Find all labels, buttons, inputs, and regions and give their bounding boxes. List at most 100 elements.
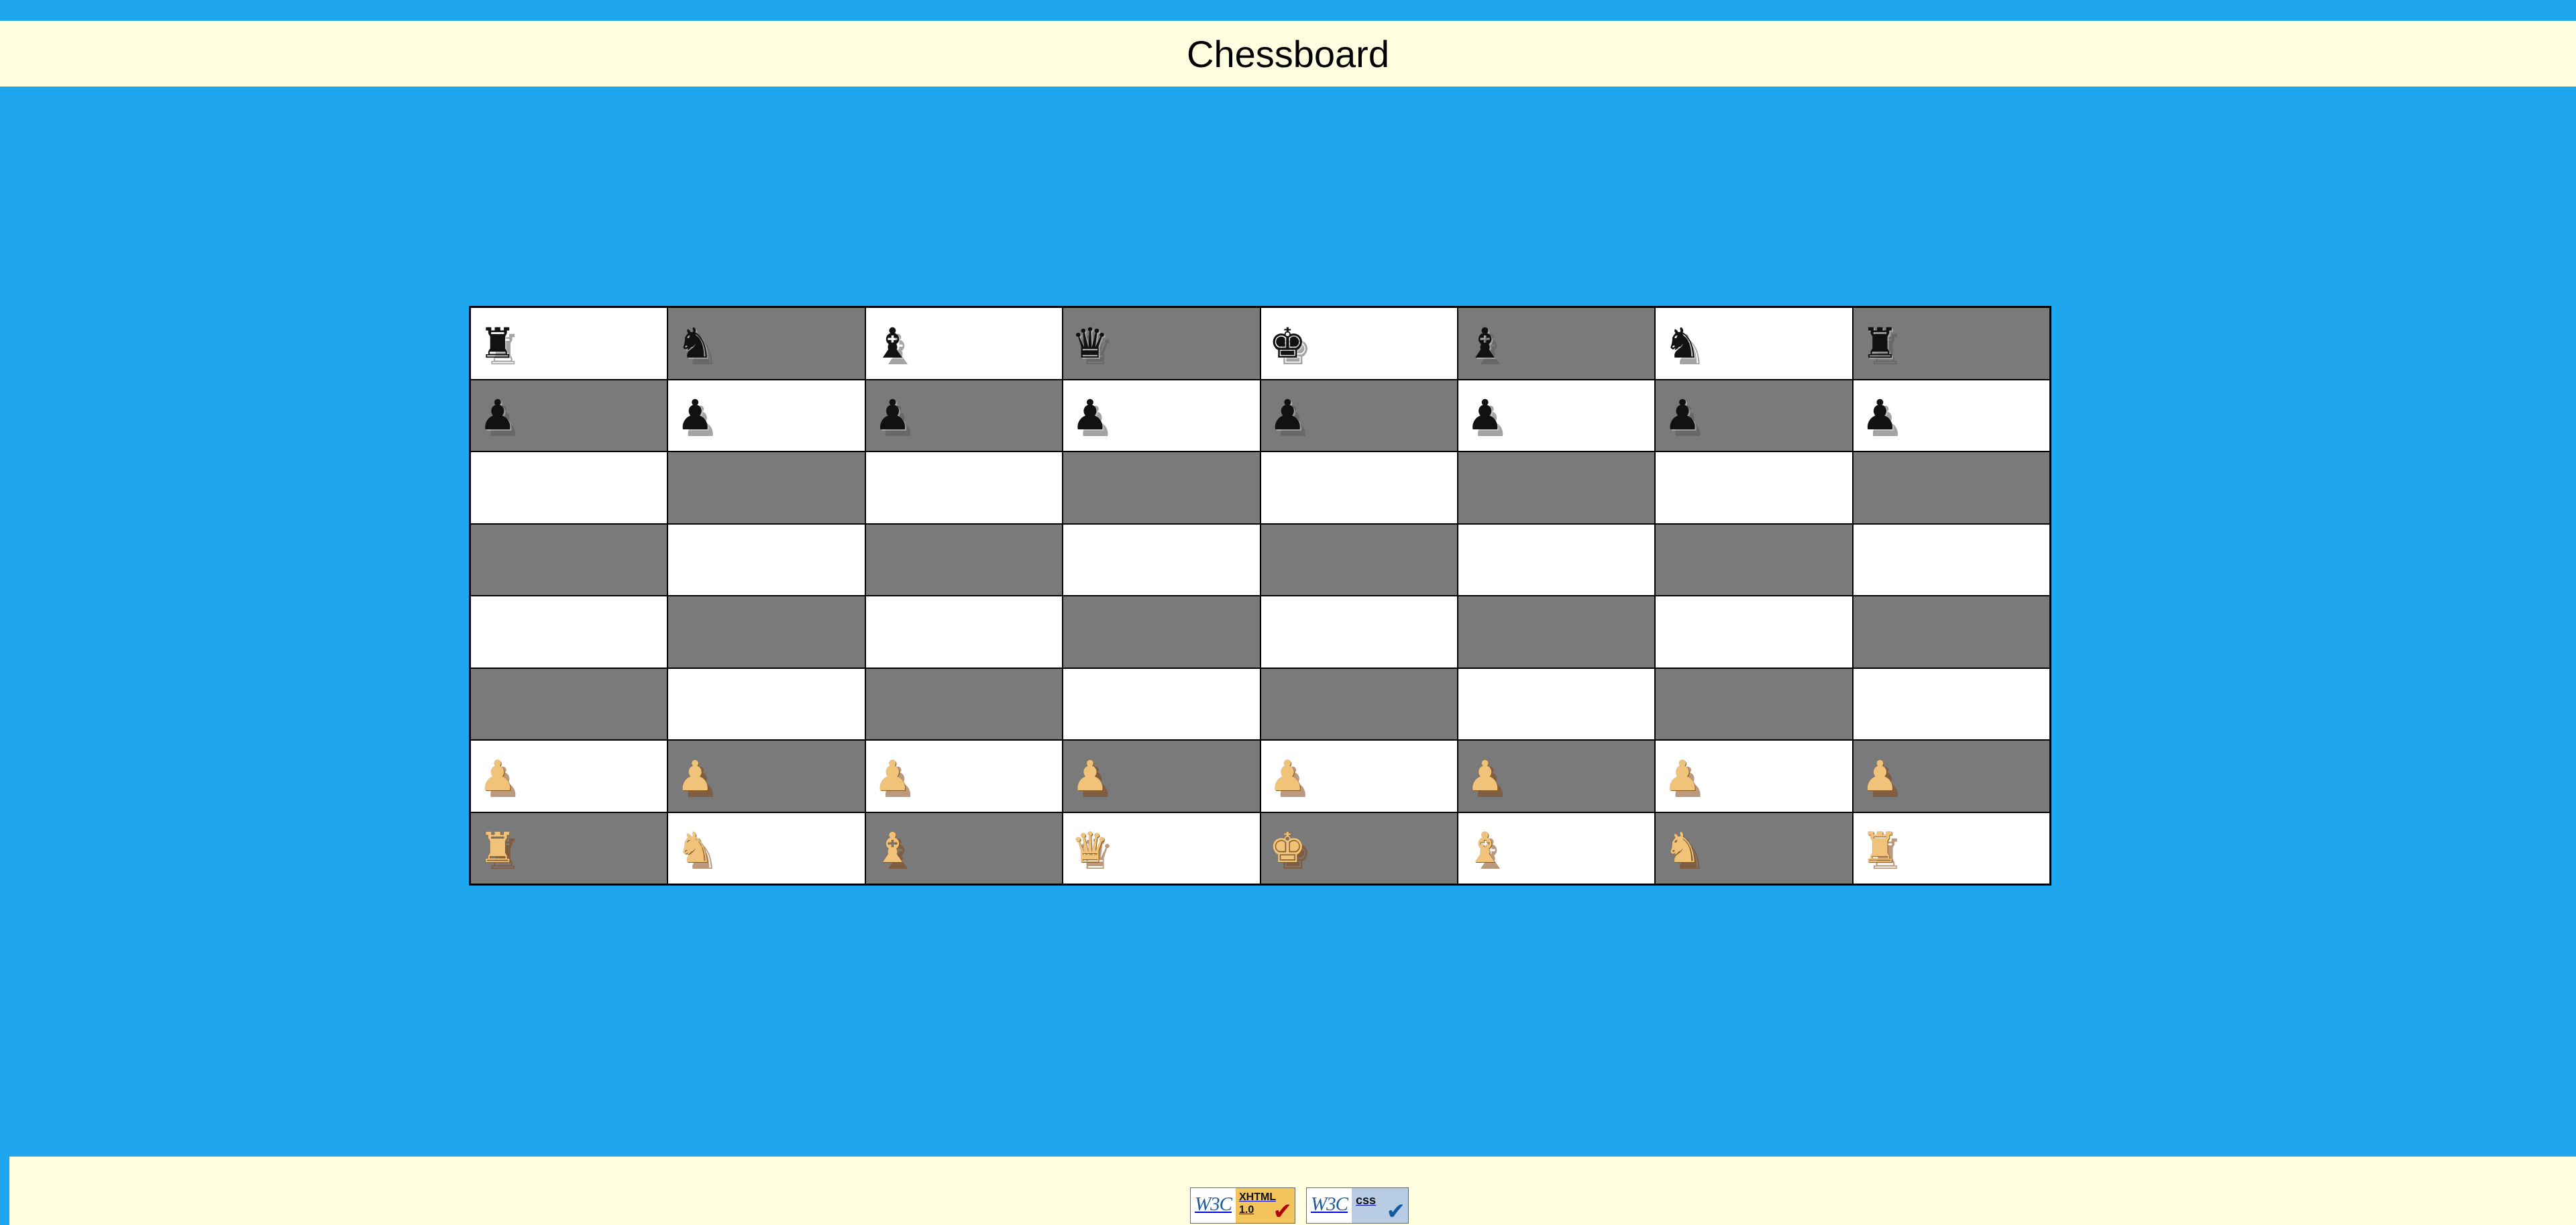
square-e7[interactable]: ♟ <box>1260 379 1458 451</box>
square-h3[interactable] <box>1852 668 2050 740</box>
square-c5[interactable] <box>865 523 1063 596</box>
square-b2[interactable]: ♟ <box>667 740 865 812</box>
square-e6[interactable] <box>1260 451 1458 524</box>
css-text: css <box>1356 1193 1377 1207</box>
square-f7[interactable]: ♟ <box>1457 379 1656 451</box>
black-rook-icon[interactable]: ♜ <box>1862 322 1899 364</box>
square-d5[interactable] <box>1063 523 1260 596</box>
square-c7[interactable]: ♟ <box>865 379 1063 451</box>
square-f2[interactable]: ♟ <box>1457 740 1656 812</box>
square-c4[interactable] <box>865 596 1063 668</box>
square-g2[interactable]: ♟ <box>1655 740 1853 812</box>
w3c-xhtml-badge[interactable]: W3C XHTML 1.0 ✔ <box>1190 1187 1295 1224</box>
square-h6[interactable] <box>1852 451 2050 524</box>
black-rook-icon[interactable]: ♜ <box>479 322 517 364</box>
square-a7[interactable]: ♟ <box>470 379 668 451</box>
white-bishop-icon[interactable]: ♝ <box>874 827 912 869</box>
square-c1[interactable]: ♝ <box>865 812 1063 884</box>
black-pawn-icon[interactable]: ♟ <box>1664 394 1701 436</box>
square-g4[interactable] <box>1655 596 1853 668</box>
white-pawn-icon[interactable]: ♟ <box>1664 755 1701 797</box>
square-d1[interactable]: ♛ <box>1063 812 1260 884</box>
square-f8[interactable]: ♝ <box>1457 307 1656 380</box>
square-e5[interactable] <box>1260 523 1458 596</box>
square-e8[interactable]: ♚ <box>1260 307 1458 380</box>
square-g7[interactable]: ♟ <box>1655 379 1853 451</box>
white-pawn-icon[interactable]: ♟ <box>1269 755 1307 797</box>
page-title: Chessboard <box>1187 32 1389 75</box>
square-d4[interactable] <box>1063 596 1260 668</box>
square-b5[interactable] <box>667 523 865 596</box>
square-d7[interactable]: ♟ <box>1063 379 1260 451</box>
square-g1[interactable]: ♞ <box>1655 812 1853 884</box>
square-e1[interactable]: ♚ <box>1260 812 1458 884</box>
black-pawn-icon[interactable]: ♟ <box>1269 394 1307 436</box>
square-h1[interactable]: ♜ <box>1852 812 2050 884</box>
square-a6[interactable] <box>470 451 668 524</box>
black-pawn-icon[interactable]: ♟ <box>479 394 517 436</box>
square-g5[interactable] <box>1655 523 1853 596</box>
square-b8[interactable]: ♞ <box>667 307 865 380</box>
square-d8[interactable]: ♛ <box>1063 307 1260 380</box>
black-queen-icon[interactable]: ♛ <box>1071 322 1109 364</box>
square-b4[interactable] <box>667 596 865 668</box>
white-pawn-icon[interactable]: ♟ <box>1071 755 1109 797</box>
square-e4[interactable] <box>1260 596 1458 668</box>
square-h4[interactable] <box>1852 596 2050 668</box>
white-pawn-icon[interactable]: ♟ <box>1466 755 1504 797</box>
square-c6[interactable] <box>865 451 1063 524</box>
square-h5[interactable] <box>1852 523 2050 596</box>
square-b6[interactable] <box>667 451 865 524</box>
square-f3[interactable] <box>1457 668 1656 740</box>
white-king-icon[interactable]: ♚ <box>1269 827 1307 869</box>
white-pawn-icon[interactable]: ♟ <box>479 755 517 797</box>
square-b1[interactable]: ♞ <box>667 812 865 884</box>
square-g8[interactable]: ♞ <box>1655 307 1853 380</box>
square-a8[interactable]: ♜ <box>470 307 668 380</box>
square-g6[interactable] <box>1655 451 1853 524</box>
square-a2[interactable]: ♟ <box>470 740 668 812</box>
square-f5[interactable] <box>1457 523 1656 596</box>
white-pawn-icon[interactable]: ♟ <box>676 755 714 797</box>
black-bishop-icon[interactable]: ♝ <box>1466 322 1504 364</box>
black-pawn-icon[interactable]: ♟ <box>676 394 714 436</box>
square-h7[interactable]: ♟ <box>1852 379 2050 451</box>
square-c2[interactable]: ♟ <box>865 740 1063 812</box>
white-rook-icon[interactable]: ♜ <box>1862 827 1899 869</box>
square-d6[interactable] <box>1063 451 1260 524</box>
white-pawn-icon[interactable]: ♟ <box>1862 755 1899 797</box>
white-bishop-icon[interactable]: ♝ <box>1466 827 1504 869</box>
black-bishop-icon[interactable]: ♝ <box>874 322 912 364</box>
square-c8[interactable]: ♝ <box>865 307 1063 380</box>
white-pawn-icon[interactable]: ♟ <box>874 755 912 797</box>
square-d2[interactable]: ♟ <box>1063 740 1260 812</box>
square-c3[interactable] <box>865 668 1063 740</box>
square-e3[interactable] <box>1260 668 1458 740</box>
square-a5[interactable] <box>470 523 668 596</box>
square-a1[interactable]: ♜ <box>470 812 668 884</box>
square-b7[interactable]: ♟ <box>667 379 865 451</box>
square-b3[interactable] <box>667 668 865 740</box>
square-h8[interactable]: ♜ <box>1852 307 2050 380</box>
white-rook-icon[interactable]: ♜ <box>479 827 517 869</box>
black-pawn-icon[interactable]: ♟ <box>1071 394 1109 436</box>
w3c-css-badge[interactable]: W3C css ✔ <box>1306 1187 1409 1224</box>
square-e2[interactable]: ♟ <box>1260 740 1458 812</box>
black-pawn-icon[interactable]: ♟ <box>1466 394 1504 436</box>
square-h2[interactable]: ♟ <box>1852 740 2050 812</box>
black-king-icon[interactable]: ♚ <box>1269 322 1307 364</box>
black-knight-icon[interactable]: ♞ <box>676 322 714 364</box>
white-knight-icon[interactable]: ♞ <box>1664 827 1701 869</box>
black-pawn-icon[interactable]: ♟ <box>874 394 912 436</box>
square-d3[interactable] <box>1063 668 1260 740</box>
square-g3[interactable] <box>1655 668 1853 740</box>
square-f4[interactable] <box>1457 596 1656 668</box>
black-knight-icon[interactable]: ♞ <box>1664 322 1701 364</box>
white-queen-icon[interactable]: ♛ <box>1071 827 1109 869</box>
square-f1[interactable]: ♝ <box>1457 812 1656 884</box>
square-a4[interactable] <box>470 596 668 668</box>
square-f6[interactable] <box>1457 451 1656 524</box>
white-knight-icon[interactable]: ♞ <box>676 827 714 869</box>
square-a3[interactable] <box>470 668 668 740</box>
black-pawn-icon[interactable]: ♟ <box>1862 394 1899 436</box>
